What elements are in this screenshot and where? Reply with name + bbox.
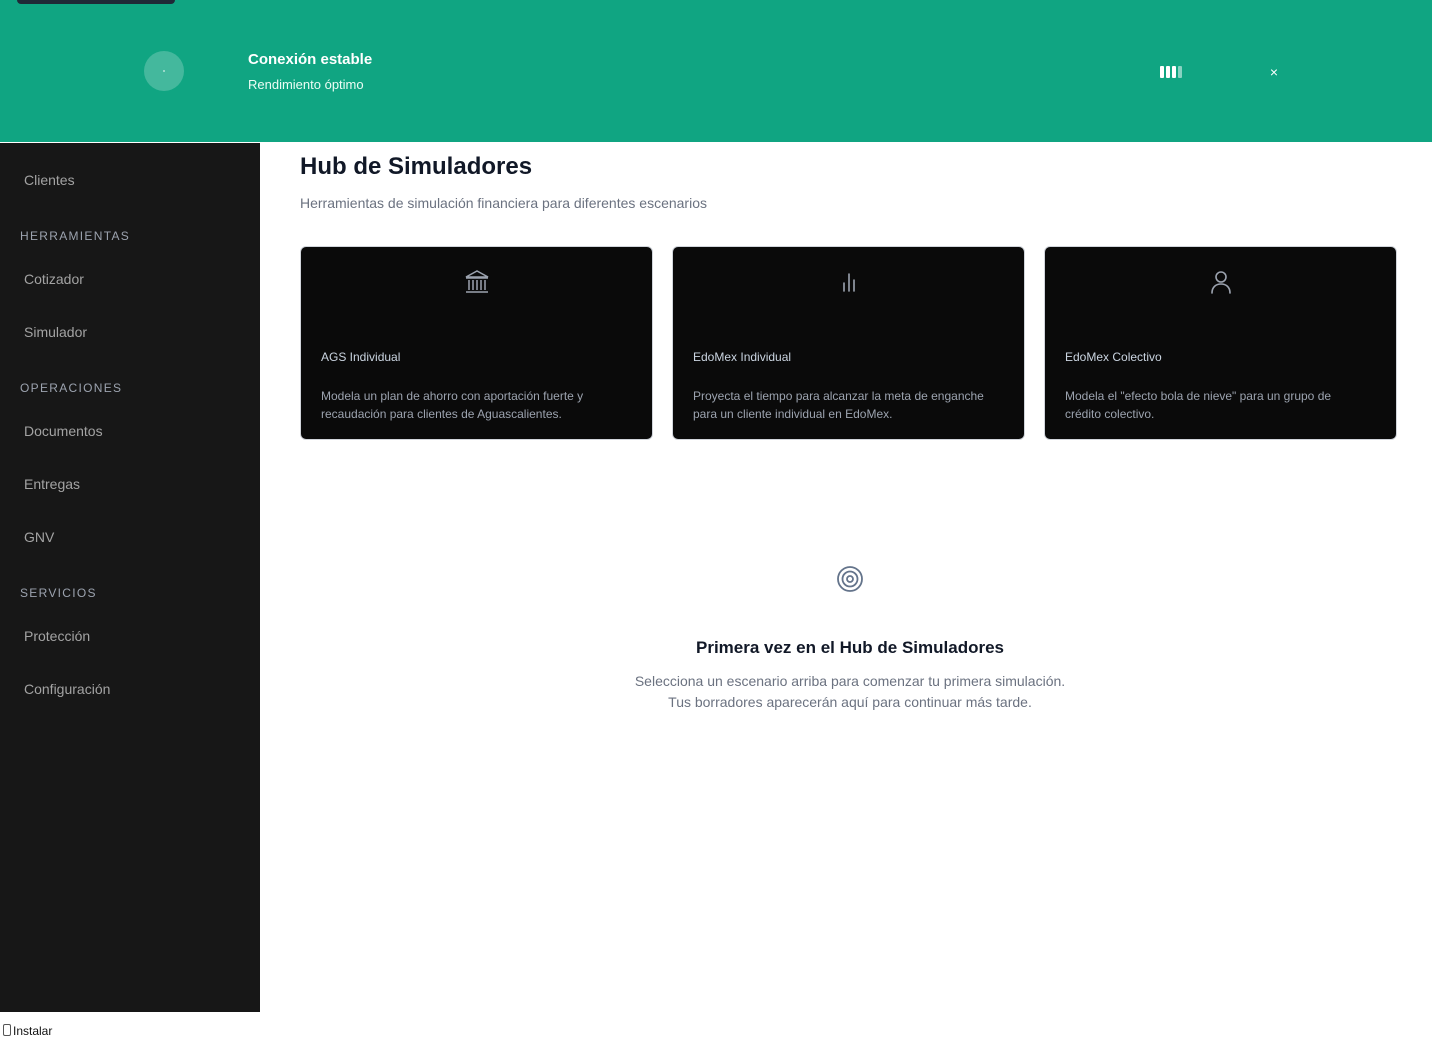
card-description: Proyecta el tiempo para alcanzar la meta… — [693, 389, 984, 421]
card-title: EdoMex Colectivo — [1065, 350, 1162, 364]
signal-bar — [1178, 66, 1182, 78]
sidebar-item-simulador[interactable]: Simulador — [24, 324, 87, 340]
top-tab — [17, 0, 175, 4]
sidebar-item-gnv[interactable]: GNV — [24, 529, 54, 545]
banner-subtitle: Rendimiento óptimo — [248, 77, 364, 92]
sidebar-item-clientes[interactable]: Clientes — [24, 172, 75, 188]
sidebar-item-documentos[interactable]: Documentos — [24, 423, 103, 439]
install-label: Instalar — [13, 1024, 53, 1038]
sidebar-item-configuracion[interactable]: Configuración — [24, 681, 110, 697]
sidebar-section-servicios: SERVICIOS — [20, 586, 97, 600]
connection-banner: Conexión estable Rendimiento óptimo × — [0, 0, 1432, 142]
signal-strength-icon — [1160, 65, 1182, 78]
signal-bar — [1166, 66, 1170, 78]
card-title: AGS Individual — [321, 350, 401, 364]
empty-state-title: Primera vez en el Hub de Simuladores — [695, 638, 1004, 657]
bank-icon — [465, 270, 489, 293]
empty-state-text: Selecciona un escenario arriba para come… — [634, 673, 1066, 689]
sidebar-item-cotizador[interactable]: Cotizador — [24, 271, 84, 287]
install-button[interactable]: Instalar — [3, 1024, 52, 1038]
card-title: EdoMex Individual — [693, 350, 792, 364]
banner-title: Conexión estable — [248, 51, 373, 68]
signal-bar — [1172, 66, 1176, 78]
install-checkbox-icon — [3, 1024, 11, 1036]
sidebar-section-herramientas: HERRAMIENTAS — [20, 229, 131, 243]
card-description: Modela el "efecto bola de nieve" para un… — [1065, 389, 1332, 421]
simulator-card-edomex-individual[interactable]: EdoMex Individual Proyecta el tiempo par… — [672, 246, 1025, 440]
target-icon — [837, 566, 863, 592]
status-dot-icon — [144, 51, 184, 91]
page-subtitle: Herramientas de simulación financiera pa… — [300, 195, 707, 211]
user-icon — [1211, 271, 1231, 294]
bar-chart-icon — [843, 273, 855, 292]
signal-bar — [1160, 66, 1164, 78]
sidebar-section-operaciones: OPERACIONES — [20, 381, 123, 395]
sidebar-item-proteccion[interactable]: Protección — [24, 628, 90, 644]
sidebar: Clientes HERRAMIENTAS Cotizador Simulado… — [0, 143, 260, 1012]
close-icon[interactable]: × — [1264, 62, 1284, 82]
simulator-card-ags-individual[interactable]: AGS Individual Modela un plan de ahorro … — [300, 246, 653, 440]
page-title: Hub de Simuladores — [300, 153, 533, 180]
simulator-card-edomex-colectivo[interactable]: EdoMex Colectivo Modela el "efecto bola … — [1044, 246, 1397, 440]
card-description: Modela un plan de ahorro con aportación … — [321, 389, 584, 421]
empty-state-text: Tus borradores aparecerán aquí para cont… — [668, 694, 1032, 710]
sidebar-item-entregas[interactable]: Entregas — [24, 476, 80, 492]
